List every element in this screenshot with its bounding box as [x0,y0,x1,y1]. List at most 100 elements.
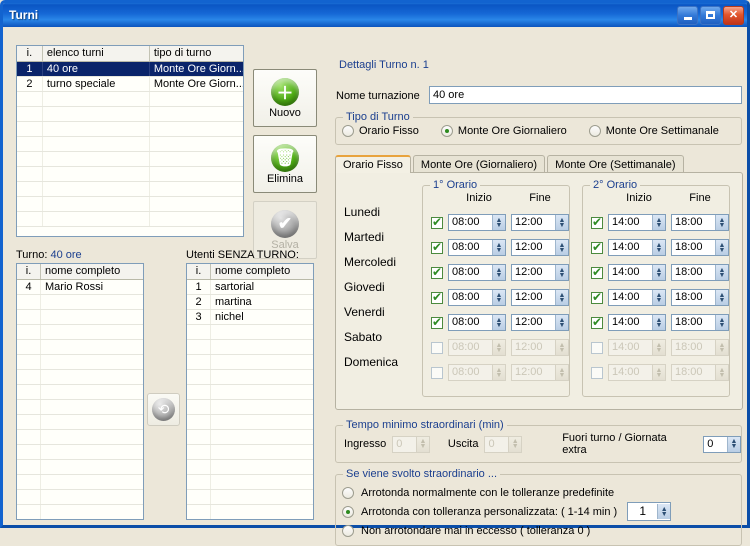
spinner-g1-fine-venerdi[interactable]: 12:00 ▲ ▼ [511,314,569,331]
checkbox-g1-sabato[interactable] [431,341,443,354]
turno-users-grid[interactable]: i. nome completo 4 Mario Rossi [16,263,144,520]
spinner-value: 14:00 [612,316,640,328]
spinner-value: 12:00 [515,341,543,353]
spinner-g2-inizio-mercoledi[interactable]: 14:00 ▲ ▼ [608,264,666,281]
schedule-row-g2-lunedi: 14:00 ▲▼ 18:00 ▲▼ [583,210,729,235]
spinner-arrows-icon[interactable]: ▲ ▼ [726,436,740,452]
tab-orario-fisso[interactable]: Orario Fisso [335,155,411,173]
spinner-arrows-icon[interactable]: ▲ ▼ [652,240,665,255]
tab-monte-ore-giornaliero[interactable]: Monte Ore (Giornaliero) [412,155,546,173]
table-row-empty [17,490,143,505]
spinner-g2-inizio-martedi[interactable]: 14:00 ▲ ▼ [608,239,666,256]
spinner-arrows-icon[interactable]: ▲ ▼ [492,290,505,305]
table-row-empty [17,310,143,325]
spinner-arrows-icon[interactable]: ▲ ▼ [652,265,665,280]
list-item[interactable]: 3 nichel [187,310,313,325]
close-button[interactable]: ✕ [723,5,744,25]
radio-orario-fisso[interactable]: Orario Fisso [342,125,419,137]
spinner-g2-inizio-giovedi[interactable]: 14:00 ▲ ▼ [608,289,666,306]
spinner-g2-fine-martedi[interactable]: 18:00 ▲ ▼ [671,239,729,256]
spinner-value: 14:00 [612,216,640,228]
checkbox-g1-giovedi[interactable] [431,290,443,304]
spinner-arrows-icon[interactable]: ▲ ▼ [492,240,505,255]
spinner-g2-inizio-lunedi[interactable]: 14:00 ▲ ▼ [608,214,666,231]
spinner-arrows-icon[interactable]: ▲ ▼ [652,315,665,330]
spinner-arrows-icon[interactable]: ▲ ▼ [555,315,568,330]
radio-monte-ore-settimanale[interactable]: Monte Ore Settimanale [588,125,719,137]
checkbox-g2-venerdi[interactable] [591,315,603,329]
checkbox-g2-giovedi[interactable] [591,290,603,304]
head-inizio: Inizio [626,192,652,204]
spinner-g1-fine-mercoledi[interactable]: 12:00 ▲ ▼ [511,264,569,281]
spinner-g2-inizio-venerdi[interactable]: 14:00 ▲ ▼ [608,314,666,331]
radio-arrotonda-predefinite[interactable]: Arrotonda normalmente con le tolleranze … [336,483,741,502]
spinner-tolleranza[interactable]: 1 ▲ ▼ [627,502,672,521]
list-item[interactable]: 4 Mario Rossi [17,280,143,295]
schedule-row-g2-sabato: 14:00 ▲ ▼ 18:00 ▲ ▼ [583,335,729,360]
spinner-arrows-icon[interactable]: ▲ ▼ [555,290,568,305]
spinner-g1-fine-martedi[interactable]: 12:00 ▲ ▼ [511,239,569,256]
checkbox-g1-lunedi[interactable] [431,215,443,229]
spinner-g1-inizio-venerdi[interactable]: 08:00 ▲ ▼ [448,314,506,331]
secondo-orario-legend: 2° Orario [590,179,641,191]
spinner-g1-inizio-giovedi[interactable]: 08:00 ▲ ▼ [448,289,506,306]
spinner-arrows-icon[interactable]: ▲ ▼ [715,215,728,230]
spinner-arrows-icon[interactable]: ▲ ▼ [715,290,728,305]
spinner-arrows-icon[interactable]: ▲ ▼ [657,504,671,519]
spinner-arrows-icon[interactable]: ▲ ▼ [715,315,728,330]
checkbox-g1-martedi[interactable] [431,240,443,254]
spinner-arrows-icon[interactable]: ▲ ▼ [492,215,505,230]
radio-non-arrotondare[interactable]: Non arrotondare mai in eccesso ( tollera… [336,521,741,540]
spinner-arrows-icon[interactable]: ▲ ▼ [492,265,505,280]
spinner-g1-inizio-martedi[interactable]: 08:00 ▲ ▼ [448,239,506,256]
checkbox-g1-domenica[interactable] [431,366,443,379]
day-label-giovedi: Giovedi [344,280,385,294]
checkbox-g1-mercoledi[interactable] [431,265,443,279]
column-header-tipo: tipo di turno [153,47,212,59]
checkbox-g2-sabato[interactable] [591,341,603,354]
spinner-g1-inizio-mercoledi[interactable]: 08:00 ▲ ▼ [448,264,506,281]
radio-monte-ore-giornaliero[interactable]: Monte Ore Giornaliero [440,125,567,137]
spinner-g1-fine-giovedi[interactable]: 12:00 ▲ ▼ [511,289,569,306]
list-item[interactable]: 1 sartorial [187,280,313,295]
table-row[interactable]: 1 40 ore Monte Ore Giorn... [17,62,243,77]
checkbox-g2-domenica[interactable] [591,366,603,379]
turno-label-value: 40 ore [50,249,82,261]
spinner-g2-fine-venerdi[interactable]: 18:00 ▲ ▼ [671,314,729,331]
tab-monte-ore-settimanale[interactable]: Monte Ore (Settimanale) [547,155,684,173]
spinner-arrows-icon[interactable]: ▲ ▼ [492,315,505,330]
checkbox-g1-venerdi[interactable] [431,315,443,329]
maximize-button[interactable] [700,5,721,25]
day-label-domenica: Domenica [344,355,399,369]
move-user-button[interactable]: ⟲ [147,393,180,426]
spinner-g2-fine-lunedi[interactable]: 18:00 ▲ ▼ [671,214,729,231]
spinner-g2-fine-mercoledi[interactable]: 18:00 ▲ ▼ [671,264,729,281]
spinner-value: 08:00 [452,266,480,278]
spinner-arrows-icon[interactable]: ▲ ▼ [555,215,568,230]
spinner-arrows-icon[interactable]: ▲ ▼ [715,265,728,280]
spinner-g1-fine-lunedi[interactable]: 12:00 ▲ ▼ [511,214,569,231]
checkbox-g2-martedi[interactable] [591,240,603,254]
spinner-arrows-icon[interactable]: ▲ ▼ [555,240,568,255]
checkbox-g2-lunedi[interactable] [591,215,603,229]
spinner-g1-inizio-lunedi[interactable]: 08:00 ▲ ▼ [448,214,506,231]
spinner-arrows-icon[interactable]: ▲ ▼ [555,265,568,280]
radio-icon-selected [440,125,453,137]
spinner-arrows-icon[interactable]: ▲ ▼ [715,240,728,255]
radio-arrotonda-personalizzata[interactable]: Arrotonda con tolleranza personalizzata:… [336,502,741,521]
elimina-button[interactable]: 🗑 Elimina [253,135,317,193]
table-row[interactable]: 2 turno speciale Monte Ore Giorn... [17,77,243,92]
spinner-fuori-turno[interactable]: 0 ▲ ▼ [703,435,741,453]
turni-list-grid[interactable]: i. elenco turni tipo di turno 1 40 ore M… [16,45,244,237]
radio-label: Orario Fisso [359,125,419,137]
nuovo-button[interactable]: ＋ Nuovo [253,69,317,127]
spinner-arrows-icon[interactable]: ▲ ▼ [652,215,665,230]
checkbox-g2-mercoledi[interactable] [591,265,603,279]
spinner-g2-fine-giovedi[interactable]: 18:00 ▲ ▼ [671,289,729,306]
utenti-senza-turno-grid[interactable]: i. nome completo 1 sartorial 2 martina 3… [186,263,314,520]
spinner-arrows-icon[interactable]: ▲ ▼ [652,290,665,305]
turno-label: Turno: 40 ore [16,249,82,261]
list-item[interactable]: 2 martina [187,295,313,310]
minimize-button[interactable] [677,5,698,25]
nome-turnazione-input[interactable] [429,86,742,104]
